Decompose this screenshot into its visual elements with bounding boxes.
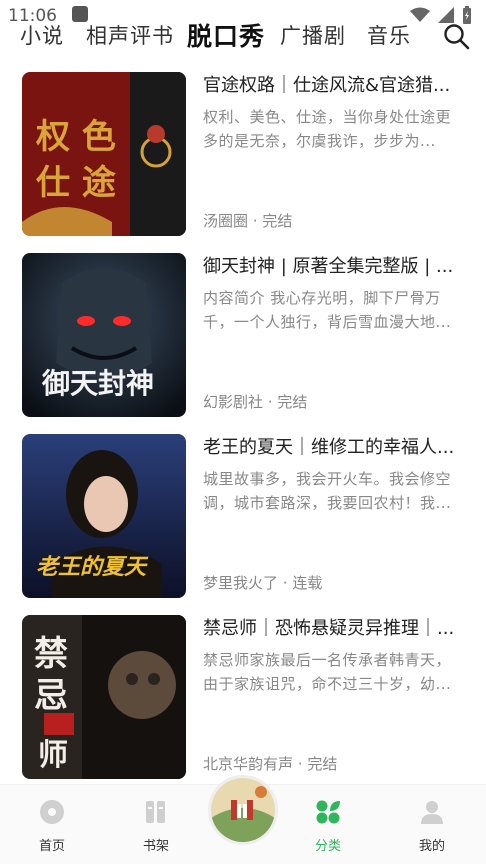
tab-radio-drama[interactable]: 广播剧 [280,20,346,50]
album-status: 完结 [262,212,293,230]
album-cover: 御天封神 [22,253,186,417]
album-description: 城里故事多，我会开火车。我会修空调，城市套路深，我要回农村！我... [203,470,452,512]
nav-category-label: 分类 [314,839,341,854]
disc-icon [40,800,64,824]
nav-category[interactable]: 分类 [298,799,358,854]
list-item[interactable]: 御天封神 御天封神 | 原著全集完整版 | ... 内容简介 我心存光明，脚下尸… [0,253,486,419]
album-cover: 权 色 仕 途 [22,72,186,236]
album-status: 完结 [277,393,308,411]
album-info: 禁忌师｜恐怖悬疑灵异推理｜... 禁忌师家族最后一名传承者韩青天，由于家族诅咒，… [203,615,465,779]
album-title: 官途权路｜仕途风流&官途猎... [203,75,451,96]
tab-novel[interactable]: 小说 [20,20,64,50]
cover-title-bottom: 师 [38,738,68,773]
album-info: 官途权路｜仕途风流&官途猎... 权利、美色、仕途，当你身处仕途更多的是无奈，尔… [203,72,465,236]
album-author: 汤圈圈 [203,212,249,230]
list-item[interactable]: 禁 忌 师 禁忌师｜恐怖悬疑灵异推理｜... 禁忌师家族最后一名传承者韩青天，由… [0,615,486,781]
nav-profile[interactable]: 我的 [402,799,462,854]
category-icon [316,800,340,824]
album-meta: 汤圈圈 · 完结 [203,212,293,230]
album-description: 禁忌师家族最后一名传承者韩青天，由于家族诅咒，命不过三十岁，幼... [203,651,452,693]
bookshelf-icon [146,801,165,823]
album-meta: 北京华韵有声 · 完结 [203,755,338,773]
nav-profile-label: 我的 [418,839,445,854]
album-author: 梦里我火了 [203,574,279,592]
cover-title-top: 权 色 [35,117,116,157]
list-item[interactable]: 老王的夏天 老王的夏天｜维修工的幸福人... 城里故事多，我会开火车。我会修空调… [0,434,486,600]
album-info: 老王的夏天｜维修工的幸福人... 城里故事多，我会开火车。我会修空调，城市套路深… [203,434,465,598]
cover-title-mid: 忌 [34,676,68,716]
cover-title: 御天封神 [41,367,154,400]
album-description: 内容简介 我心存光明，脚下尸骨万千，一个人独行，背后雪血漫大地... [203,289,452,331]
nav-home[interactable]: 首页 [22,799,82,854]
cover-title-bottom: 仕 途 [36,163,116,203]
album-cover: 老王的夏天 [22,434,186,598]
album-info: 御天封神 | 原著全集完整版 | ... 内容简介 我心存光明，脚下尸骨万千，一… [203,253,465,417]
album-author: 北京华韵有声 [203,755,294,773]
list-item[interactable]: 权 色 仕 途 官途权路｜仕途风流&官途猎... 权利、美色、仕途，当你身处仕途… [0,72,486,238]
album-status: 连载 [292,574,323,592]
user-icon [421,801,443,824]
tab-talkshow[interactable]: 脱口秀 [187,17,265,53]
cover-title-top: 禁 [34,634,68,674]
bottom-navigation: 首页 书架 分类 我的 [0,775,486,864]
album-cover: 禁 忌 师 [22,615,186,779]
now-playing-disc[interactable] [208,775,278,845]
album-title: 老王的夏天｜维修工的幸福人... [203,437,455,458]
category-tabs: 小说 相声评书 脱口秀 广播剧 音乐 [0,14,486,54]
cover-title: 老王的夏天 [36,554,149,580]
nav-home-label: 首页 [38,839,65,854]
album-description: 权利、美色、仕途，当你身处仕途更多的是无奈，尔虞我诈，步步为... [203,108,452,150]
search-icon[interactable] [442,22,472,52]
tab-music[interactable]: 音乐 [367,20,411,50]
tab-crosstalk[interactable]: 相声评书 [86,20,174,50]
album-meta: 幻影剧社 · 完结 [203,393,308,411]
album-meta: 梦里我火了 · 连载 [203,574,323,592]
album-title: 禁忌师｜恐怖悬疑灵异推理｜... [203,618,455,639]
album-status: 完结 [307,755,338,773]
album-title: 御天封神 | 原著全集完整版 | ... [203,256,454,277]
nav-bookshelf[interactable]: 书架 [126,799,186,854]
nav-bookshelf-label: 书架 [142,839,169,854]
album-author: 幻影剧社 [203,393,264,411]
